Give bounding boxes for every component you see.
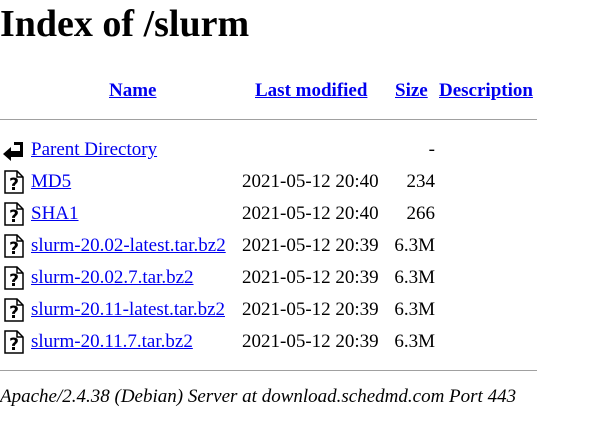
header-divider [0, 119, 537, 120]
size-value: - [428, 139, 435, 160]
svg-text:?: ? [9, 175, 19, 194]
file-link-sha1[interactable]: SHA1 [31, 203, 79, 225]
file-link-slurm-20-11-latest[interactable]: slurm-20.11-latest.tar.bz2 [31, 299, 225, 321]
listing-row-slurm-20-11-latest: ? slurm-20.11-latest.tar.bz2 2021-05-12 … [0, 298, 596, 330]
listing-row-slurm-20-11-7: ? slurm-20.11.7.tar.bz2 2021-05-12 20:39… [0, 330, 596, 362]
size-value: 6.3M [394, 299, 435, 320]
sort-by-description-link[interactable]: Description [439, 80, 533, 101]
last-modified-value: 2021-05-12 20:40 [242, 171, 379, 192]
sort-by-name-link[interactable]: Name [109, 80, 156, 101]
size-value: 6.3M [394, 235, 435, 256]
footer-divider [0, 370, 537, 371]
column-header-description: Description [439, 80, 533, 102]
listing-row-sha1: ? SHA1 2021-05-12 20:40 266 [0, 202, 596, 234]
unknown-file-icon: ? [2, 202, 26, 227]
svg-text:?: ? [9, 335, 19, 354]
parent-directory-link[interactable]: Parent Directory [31, 139, 157, 161]
sort-by-size-link[interactable]: Size [395, 80, 428, 101]
file-link-slurm-20-11-7[interactable]: slurm-20.11.7.tar.bz2 [31, 331, 193, 353]
svg-text:?: ? [9, 303, 19, 322]
listing-row-parent-directory: Parent Directory - [0, 138, 596, 170]
unknown-file-icon: ? [2, 298, 26, 323]
svg-text:?: ? [9, 239, 19, 258]
last-modified-value: 2021-05-12 20:39 [242, 235, 379, 256]
listing-row-slurm-20-02-latest: ? slurm-20.02-latest.tar.bz2 2021-05-12 … [0, 234, 596, 266]
column-header-name: Name [109, 80, 156, 102]
svg-text:?: ? [9, 271, 19, 290]
file-link-md5[interactable]: MD5 [31, 171, 71, 193]
unknown-file-icon: ? [2, 170, 26, 195]
size-value: 6.3M [394, 267, 435, 288]
back-icon [2, 138, 26, 162]
file-link-slurm-20-02-latest[interactable]: slurm-20.02-latest.tar.bz2 [31, 235, 226, 257]
unknown-file-icon: ? [2, 234, 26, 259]
server-signature: Apache/2.4.38 (Debian) Server at downloa… [0, 386, 517, 407]
svg-text:?: ? [9, 207, 19, 226]
last-modified-value: 2021-05-12 20:39 [242, 267, 379, 288]
size-value: 234 [406, 171, 436, 192]
last-modified-value: 2021-05-12 20:39 [242, 299, 379, 320]
last-modified-value: 2021-05-12 20:39 [242, 331, 379, 352]
column-header-size: Size [395, 80, 428, 102]
listing-row-md5: ? MD5 2021-05-12 20:40 234 [0, 170, 596, 202]
listing-row-slurm-20-02-7: ? slurm-20.02.7.tar.bz2 2021-05-12 20:39… [0, 266, 596, 298]
page-title: Index of /slurm [0, 3, 250, 45]
column-header-last-modified: Last modified [255, 80, 367, 102]
last-modified-value: 2021-05-12 20:40 [242, 203, 379, 224]
size-value: 266 [406, 203, 436, 224]
sort-by-last-modified-link[interactable]: Last modified [255, 80, 367, 101]
size-value: 6.3M [394, 331, 435, 352]
unknown-file-icon: ? [2, 330, 26, 355]
file-link-slurm-20-02-7[interactable]: slurm-20.02.7.tar.bz2 [31, 267, 194, 289]
unknown-file-icon: ? [2, 266, 26, 291]
